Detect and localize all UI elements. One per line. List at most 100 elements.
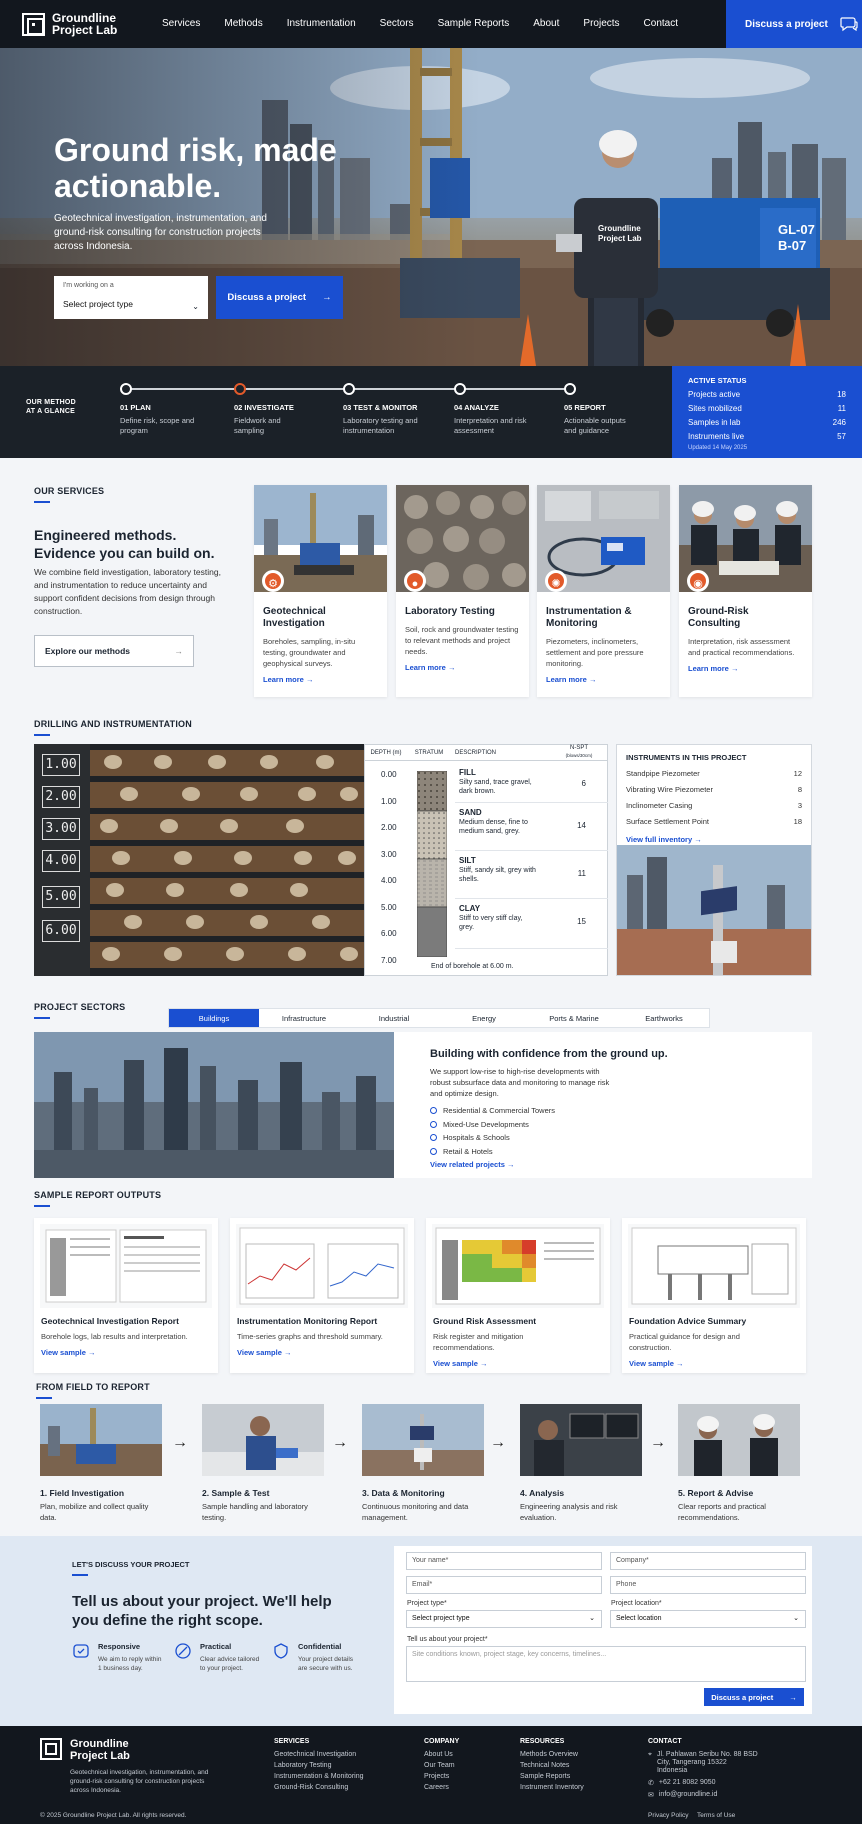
method-step-analyze[interactable]: 04 ANALYZE Interpretation and risk asses…: [454, 383, 554, 436]
report-card-foundation[interactable]: Foundation Advice Summary Practical guid…: [622, 1218, 806, 1373]
tab-buildings[interactable]: Buildings: [169, 1009, 259, 1027]
footer-link[interactable]: Laboratory Testing: [274, 1762, 364, 1769]
footer-link[interactable]: Instrumentation & Monitoring: [274, 1773, 364, 1780]
city-skyline-photo: [34, 1032, 394, 1178]
service-card-instrumentation[interactable]: ✺ Instrumentation & Monitoring Piezomete…: [537, 485, 670, 697]
nav-link-instrumentation[interactable]: Instrumentation: [287, 18, 356, 29]
footer-link[interactable]: Sample Reports: [520, 1773, 584, 1780]
depth-value: 4.00: [381, 876, 397, 885]
nav-link-contact[interactable]: Contact: [644, 18, 678, 29]
instrument-count: 12: [793, 769, 802, 778]
footer-link[interactable]: Our Team: [424, 1762, 459, 1769]
service-card-consulting[interactable]: ◉ Ground-Risk Consulting Interpretation,…: [679, 485, 812, 697]
project-type-select[interactable]: I'm working on a Select project type ⌄: [54, 276, 208, 319]
instrumentation-photo: ✺: [537, 485, 670, 592]
privacy-policy-link[interactable]: Privacy Policy: [648, 1812, 688, 1819]
footer-link[interactable]: Methods Overview: [520, 1751, 584, 1758]
footer-email[interactable]: ✉ info@groundline.id: [648, 1791, 758, 1799]
arrow-right-icon: →: [490, 1434, 506, 1451]
log-header-nspt: N-SPT (blows/30cm): [551, 745, 607, 760]
brand-logo[interactable]: Groundline Project Lab: [52, 12, 117, 36]
nspt-title: N-SPT: [570, 745, 588, 751]
rig-label-1: GL-07: [778, 222, 815, 237]
tab-ports-marine[interactable]: Ports & Marine: [529, 1009, 619, 1027]
footer-link[interactable]: Instrument Inventory: [520, 1784, 584, 1791]
field-step-investigation: 1. Field Investigation Plan, mobilize an…: [40, 1404, 162, 1523]
responsive-icon: [73, 1644, 89, 1658]
footer-logo-icon[interactable]: [40, 1738, 62, 1760]
nav-discuss-button[interactable]: Discuss a project: [726, 0, 862, 48]
report-card-risk[interactable]: Ground Risk Assessment Risk register and…: [426, 1218, 610, 1373]
card-title: Geotechnical Investigation: [263, 606, 326, 629]
card-title: Instrumentation & Monitoring: [546, 606, 632, 629]
tab-industrial[interactable]: Industrial: [349, 1009, 439, 1027]
service-card-laboratory[interactable]: ● Laboratory Testing Soil, rock and grou…: [396, 485, 529, 697]
nav-link-methods[interactable]: Methods: [224, 18, 262, 29]
hero-discuss-button[interactable]: Discuss a project →: [216, 276, 343, 319]
step-dot: [343, 383, 355, 395]
depth-value: 3.00: [381, 850, 397, 859]
view-related-projects-link[interactable]: View related projects →: [430, 1160, 515, 1169]
footer-link[interactable]: Geotechnical Investigation: [274, 1751, 364, 1758]
submit-discuss-button[interactable]: Discuss a project →: [704, 1688, 804, 1706]
view-inventory-link[interactable]: View full inventory →: [626, 835, 802, 844]
footer-link[interactable]: Projects: [424, 1773, 459, 1780]
nav-link-sample-reports[interactable]: Sample Reports: [438, 18, 510, 29]
report-card-monitoring[interactable]: Instrumentation Monitoring Report Time-s…: [230, 1218, 414, 1373]
project-type-value: Select project type: [412, 1615, 470, 1622]
contact-label: LET'S DISCUSS YOUR PROJECT: [72, 1560, 190, 1569]
view-sample-link[interactable]: View sample →: [433, 1359, 603, 1368]
learn-more-link[interactable]: Learn more →: [263, 675, 378, 684]
tab-energy[interactable]: Energy: [439, 1009, 529, 1027]
learn-more-link[interactable]: Learn more →: [688, 664, 803, 673]
list-item-label: Residential & Commercial Towers: [443, 1106, 555, 1115]
view-sample-link[interactable]: View sample →: [41, 1348, 211, 1357]
stratum-row-sand: SAND Medium dense, fine to medium sand, g…: [455, 803, 608, 851]
footer-link[interactable]: Careers: [424, 1784, 459, 1791]
contact-section: LET'S DISCUSS YOUR PROJECT Tell us about…: [0, 1536, 862, 1726]
explore-methods-button[interactable]: Explore our methods →: [34, 635, 194, 667]
tab-infrastructure[interactable]: Infrastructure: [259, 1009, 349, 1027]
view-sample-link[interactable]: View sample →: [629, 1359, 799, 1368]
method-step-investigate[interactable]: 02 INVESTIGATE Fieldwork and sampling: [234, 383, 334, 436]
nav-link-services[interactable]: Services: [162, 18, 200, 29]
report-desc: Borehole logs, lab results and interpret…: [41, 1332, 188, 1341]
terms-link[interactable]: Terms of Use: [697, 1812, 735, 1819]
company-field[interactable]: Company*: [610, 1552, 806, 1570]
method-step-plan[interactable]: 01 PLAN Define risk, scope and program: [120, 383, 220, 436]
method-step-report[interactable]: 05 REPORT Actionable outputs and guidanc…: [564, 383, 664, 436]
nspt-value: 11: [577, 869, 586, 878]
learn-more-link[interactable]: Learn more →: [405, 663, 520, 672]
project-location-dropdown[interactable]: Select location ⌄: [610, 1610, 806, 1628]
mail-icon: ✉: [648, 1792, 654, 1799]
status-row: Projects active 18: [688, 390, 846, 399]
name-field[interactable]: Your name*: [406, 1552, 602, 1570]
email-field[interactable]: Email*: [406, 1576, 602, 1594]
service-card-geotechnical[interactable]: ⚙ Geotechnical Investigation Boreholes, …: [254, 485, 387, 697]
method-step-test-monitor[interactable]: 03 TEST & MONITOR Laboratory testing and…: [343, 383, 443, 436]
footer-phone[interactable]: ✆ +62 21 8082 9050: [648, 1779, 758, 1787]
logo-icon[interactable]: [22, 13, 45, 36]
field-step-title: 5. Report & Advise: [678, 1488, 754, 1498]
view-related-label: View related projects: [430, 1160, 505, 1169]
footer-link[interactable]: Ground-Risk Consulting: [274, 1784, 364, 1791]
footer-link[interactable]: About Us: [424, 1751, 459, 1758]
footer-link[interactable]: Technical Notes: [520, 1762, 584, 1769]
nav-link-projects[interactable]: Projects: [583, 18, 619, 29]
svg-text:Project Lab: Project Lab: [598, 234, 642, 243]
tab-earthworks[interactable]: Earthworks: [619, 1009, 709, 1027]
message-textarea[interactable]: Site conditions known, project stage, ke…: [406, 1646, 806, 1682]
view-sample-link[interactable]: View sample →: [237, 1348, 407, 1357]
status-title: ACTIVE STATUS: [688, 376, 747, 385]
nav-link-sectors[interactable]: Sectors: [380, 18, 414, 29]
core-depth-label: 2.00: [42, 786, 80, 808]
method-label: OUR METHOD AT A GLANCE: [26, 398, 76, 416]
chevron-down-icon: ⌄: [793, 1615, 799, 1622]
footer-brand[interactable]: Groundline Project Lab: [70, 1738, 130, 1762]
footer: Groundline Project Lab Geotechnical inve…: [0, 1726, 862, 1824]
report-card-investigation[interactable]: Geotechnical Investigation Report Boreho…: [34, 1218, 218, 1373]
nav-link-about[interactable]: About: [533, 18, 559, 29]
learn-more-link[interactable]: Learn more →: [546, 675, 661, 684]
phone-field[interactable]: Phone: [610, 1576, 806, 1594]
project-type-dropdown[interactable]: Select project type ⌄: [406, 1610, 602, 1628]
